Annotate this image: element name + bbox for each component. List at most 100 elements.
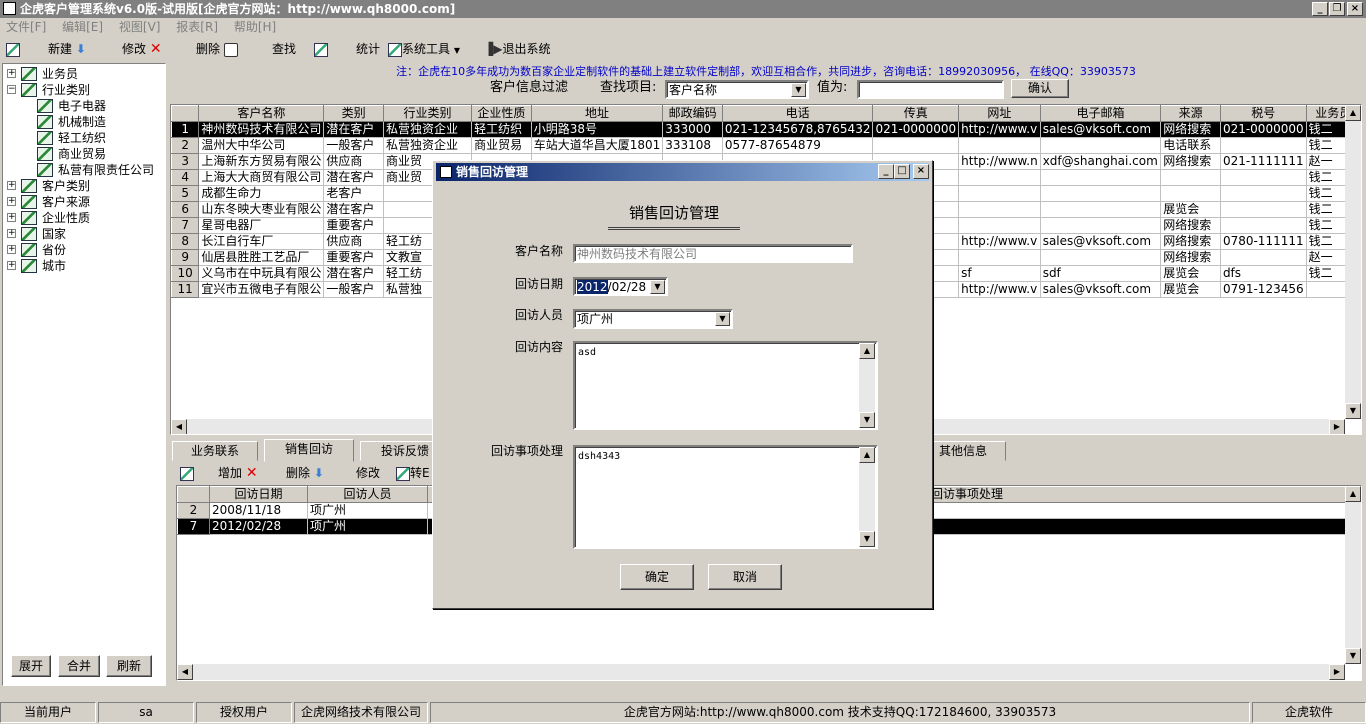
visit-col-handling[interactable]: 回访事项处理 <box>930 486 1346 503</box>
visit-person-value: 项广州 <box>577 312 614 326</box>
expand-icon[interactable]: + <box>7 245 16 254</box>
cancel-button[interactable]: 取消 <box>708 564 782 590</box>
content-scrollbar[interactable]: ▲ ▼ <box>859 343 875 428</box>
delete-button[interactable]: 删除 <box>196 41 238 57</box>
column-header[interactable]: 电话 <box>721 105 874 122</box>
new-button[interactable]: 新建 ⬇ <box>48 41 86 57</box>
column-header[interactable]: 地址 <box>530 105 664 122</box>
delete-visit-button[interactable]: 删除 ⬇ <box>286 465 324 481</box>
restore-button[interactable]: ❐ <box>1329 2 1345 16</box>
delete-x-icon: ✕ <box>245 465 258 481</box>
table-cell: 一般客户 <box>323 281 384 298</box>
dialog-maximize-button[interactable]: □ <box>894 164 910 179</box>
visit-person-select[interactable]: 项广州 ▼ <box>573 309 733 329</box>
column-header[interactable]: 传真 <box>872 105 960 122</box>
table-cell: 供应商 <box>323 153 384 170</box>
table-cell: 私营独资企业 <box>383 137 473 154</box>
scroll-up-icon[interactable]: ▲ <box>1345 105 1361 121</box>
toolbar-chart-icon[interactable] <box>6 41 20 57</box>
row-number: 1 <box>171 121 200 138</box>
table-row[interactable]: 1 神州数码技术有限公司 潜在客户 私营独资企业 轻工纺织 小明路38号 333000 021… <box>171 121 1361 138</box>
scroll-right-icon[interactable]: ▶ <box>1329 664 1345 680</box>
filter-value-input[interactable] <box>857 80 1004 99</box>
app-icon <box>3 2 16 15</box>
minimize-button[interactable]: _ <box>1312 2 1328 16</box>
column-header[interactable]: 行业类别 <box>382 105 473 122</box>
collapse-button[interactable]: 合并 <box>58 655 100 677</box>
expand-button[interactable]: 展开 <box>11 655 51 677</box>
dialog-minimize-button[interactable]: _ <box>878 164 894 179</box>
filter-field-select[interactable]: 客户名称 ▼ <box>665 80 809 99</box>
dialog-close-button[interactable]: × <box>913 164 929 179</box>
transfer-button[interactable]: 转E <box>396 465 430 481</box>
notice-text: 注：企虎在10多年成功为数百家企业定制软件的基础上建立软件定制部，欢迎互相合作，… <box>396 65 1136 78</box>
menu-edit[interactable]: 编辑[E] <box>56 18 109 37</box>
visit-col-date[interactable]: 回访日期 <box>209 486 308 503</box>
scroll-down-icon[interactable]: ▼ <box>1345 648 1361 664</box>
edit-button[interactable]: 修改 ✕ <box>122 41 162 57</box>
visit-content-textarea[interactable]: asd <box>573 341 878 430</box>
scroll-down-icon[interactable]: ▼ <box>859 531 875 547</box>
scroll-right-icon[interactable]: ▶ <box>1329 419 1345 434</box>
visit-horizontal-scrollbar[interactable]: ◀ ▶ <box>177 664 1345 680</box>
expand-icon[interactable]: + <box>7 181 16 190</box>
category-icon <box>21 67 37 81</box>
scroll-up-icon[interactable]: ▲ <box>859 343 875 359</box>
category-icon <box>21 227 37 241</box>
table-row[interactable]: 2 温州大中华公司 一般客户 私营独资企业 商业贸易 车站大道华昌大厦1801 333108… <box>171 137 1361 154</box>
scroll-up-icon[interactable]: ▲ <box>1345 486 1361 502</box>
table-cell: 上海新东方贸易有限公 <box>198 153 325 170</box>
add-visit-button[interactable]: 增加 ✕ <box>218 465 258 481</box>
expand-icon[interactable]: + <box>7 197 16 206</box>
exit-button[interactable]: ▐▶退出系统 <box>484 41 550 57</box>
scroll-down-icon[interactable]: ▼ <box>859 412 875 428</box>
visit-vertical-scrollbar[interactable]: ▲ ▼ <box>1345 486 1361 664</box>
tools-button[interactable]: 系统工具 ▼ <box>388 41 460 57</box>
tab-business-contact[interactable]: 业务联系 <box>172 441 258 461</box>
chevron-down-icon[interactable]: ▼ <box>715 312 730 326</box>
date-year-part[interactable]: 2012 <box>577 280 608 294</box>
table-cell <box>958 137 1041 154</box>
column-header[interactable]: 来源 <box>1160 105 1221 122</box>
column-header[interactable]: 网址 <box>958 105 1041 122</box>
chevron-down-icon[interactable]: ▼ <box>791 83 806 97</box>
scroll-left-icon[interactable]: ◀ <box>171 419 187 434</box>
date-rest-part[interactable]: /02/28 <box>608 280 647 294</box>
tab-sales-visit[interactable]: 销售回访 <box>264 439 354 462</box>
table-cell <box>1220 201 1307 218</box>
column-header[interactable]: 企业性质 <box>471 105 532 122</box>
table-cell: http://www.v <box>958 121 1041 138</box>
refresh-button[interactable]: 刷新 <box>106 655 152 677</box>
filter-confirm-button[interactable]: 确认 <box>1011 79 1069 98</box>
menu-help[interactable]: 帮助[H] <box>228 18 282 37</box>
column-header[interactable]: 客户名称 <box>198 105 325 122</box>
expand-icon[interactable]: + <box>7 261 16 270</box>
scroll-down-icon[interactable]: ▼ <box>1345 403 1361 419</box>
chevron-down-icon[interactable]: ▼ <box>650 280 665 294</box>
ok-button[interactable]: 确定 <box>620 564 694 590</box>
edit-visit-button[interactable]: 修改 <box>356 465 380 481</box>
visit-person-label: 回访人员 <box>514 308 563 322</box>
menu-report[interactable]: 报表[R] <box>170 18 224 37</box>
column-header[interactable]: 类别 <box>323 105 384 122</box>
menu-view[interactable]: 视图[V] <box>113 18 167 37</box>
column-header[interactable]: 税号 <box>1219 105 1307 122</box>
column-header[interactable]: 邮政编码 <box>662 105 723 122</box>
grid-vertical-scrollbar[interactable]: ▲ ▼ <box>1345 105 1361 419</box>
expand-icon[interactable]: + <box>7 213 16 222</box>
scroll-up-icon[interactable]: ▲ <box>859 447 875 463</box>
expand-icon[interactable]: + <box>7 69 16 78</box>
customer-name-field[interactable]: 神州数码技术有限公司 <box>573 244 853 263</box>
handling-scrollbar[interactable]: ▲ ▼ <box>859 447 875 547</box>
collapse-icon[interactable]: − <box>7 85 16 94</box>
visit-date-picker[interactable]: 2012/02/28 ▼ <box>573 277 668 296</box>
find-button[interactable]: 查找 <box>272 41 296 57</box>
menu-file[interactable]: 文件[F] <box>0 18 52 37</box>
visit-handling-textarea[interactable]: dsh4343 <box>573 445 878 549</box>
visit-col-person[interactable]: 回访人员 <box>307 486 428 503</box>
close-button[interactable]: × <box>1347 2 1363 16</box>
expand-icon[interactable]: + <box>7 229 16 238</box>
scroll-left-icon[interactable]: ◀ <box>177 664 193 680</box>
stats-button[interactable]: 统计 <box>356 41 380 57</box>
column-header[interactable]: 电子邮箱 <box>1039 105 1162 122</box>
